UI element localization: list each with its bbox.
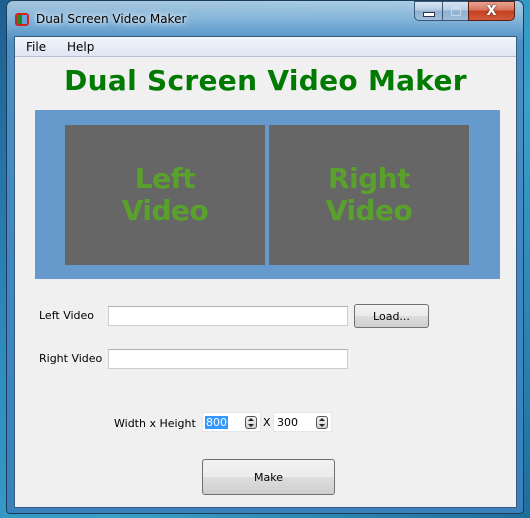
right-video-pane: Right Video bbox=[269, 125, 469, 265]
menu-help[interactable]: Help bbox=[67, 40, 94, 54]
app-window: Dual Screen Video Maker X File Help Dual… bbox=[6, 0, 524, 514]
window-controls: X bbox=[414, 1, 515, 22]
maximize-icon bbox=[450, 6, 461, 16]
left-video-label: Left Video bbox=[39, 309, 95, 322]
minimize-icon bbox=[422, 11, 435, 17]
left-video-input[interactable] bbox=[108, 306, 348, 326]
client-area: File Help Dual Screen Video Maker Left V… bbox=[14, 36, 517, 508]
video-preview: Left Video Right Video bbox=[35, 110, 500, 279]
height-spinbox[interactable]: 300 bbox=[273, 412, 332, 432]
close-button[interactable]: X bbox=[468, 1, 515, 21]
size-label: Width x Height bbox=[114, 417, 196, 430]
left-video-placeholder: Left Video bbox=[122, 163, 209, 227]
right-video-placeholder: Right Video bbox=[326, 163, 413, 227]
left-pane-line2: Video bbox=[121, 194, 209, 227]
menu-bar: File Help bbox=[15, 37, 516, 57]
right-video-input[interactable] bbox=[108, 349, 348, 369]
close-icon: X bbox=[486, 3, 497, 19]
page-title: Dual Screen Video Maker bbox=[64, 64, 467, 97]
app-dual-screen-icon[interactable] bbox=[15, 13, 29, 26]
load-button[interactable]: Load... bbox=[354, 304, 429, 328]
left-video-pane: Left Video bbox=[65, 125, 265, 265]
right-video-label: Right Video bbox=[39, 352, 103, 365]
width-value[interactable]: 800 bbox=[205, 416, 228, 429]
height-spin-arrows-icon[interactable] bbox=[316, 416, 328, 429]
left-pane-line1: Left bbox=[134, 162, 196, 195]
width-spin-arrows-icon[interactable] bbox=[245, 416, 257, 429]
make-button[interactable]: Make bbox=[202, 459, 335, 495]
menu-file[interactable]: File bbox=[26, 40, 46, 54]
size-separator: X bbox=[263, 416, 271, 429]
right-pane-line1: Right bbox=[327, 162, 411, 195]
window-title: Dual Screen Video Maker bbox=[36, 12, 187, 26]
title-bar[interactable]: Dual Screen Video Maker X bbox=[7, 1, 523, 37]
right-pane-line2: Video bbox=[325, 194, 413, 227]
maximize-button bbox=[442, 1, 468, 21]
minimize-button[interactable] bbox=[414, 1, 442, 21]
width-spinbox[interactable]: 800 bbox=[202, 412, 261, 432]
height-value[interactable]: 300 bbox=[276, 416, 299, 429]
